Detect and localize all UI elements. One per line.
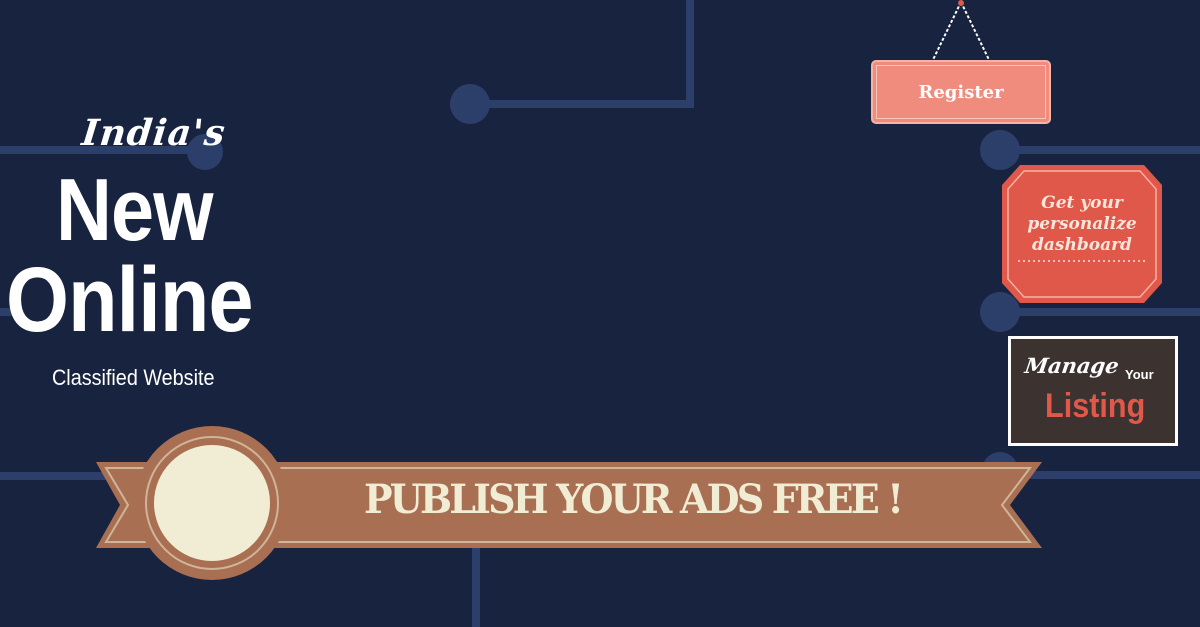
- headline-online: Online: [6, 249, 254, 351]
- manage-word: Manage: [1023, 353, 1121, 378]
- banner-text: PUBLISH YOUR ADS FREE !: [364, 476, 904, 523]
- dashboard-text: Get your personalize dashboard: [1010, 193, 1154, 256]
- medallion-center: [154, 445, 270, 561]
- manage-listing-button[interactable]: Manage Your Listing: [1008, 336, 1178, 446]
- dashboard-line-1: Get your: [1041, 193, 1123, 213]
- headline: India's New Online Classified Website: [0, 0, 280, 420]
- hanger-string: [929, 1, 962, 67]
- headline-indias: India's: [79, 112, 228, 154]
- hanger-pin: [958, 0, 964, 6]
- listing-word: Listing: [1045, 387, 1146, 425]
- circuit-line: [470, 0, 694, 108]
- dashboard-line-3: dashboard: [1032, 235, 1132, 255]
- dashboard-line-2: personalize: [1027, 214, 1137, 234]
- headline-classified-website: Classified Website: [52, 365, 215, 390]
- hanger-string: [960, 1, 993, 67]
- headline-new: New: [56, 160, 213, 259]
- circuit-node: [450, 84, 490, 124]
- your-word: Your: [1125, 367, 1154, 382]
- register-button[interactable]: Register: [871, 60, 1051, 124]
